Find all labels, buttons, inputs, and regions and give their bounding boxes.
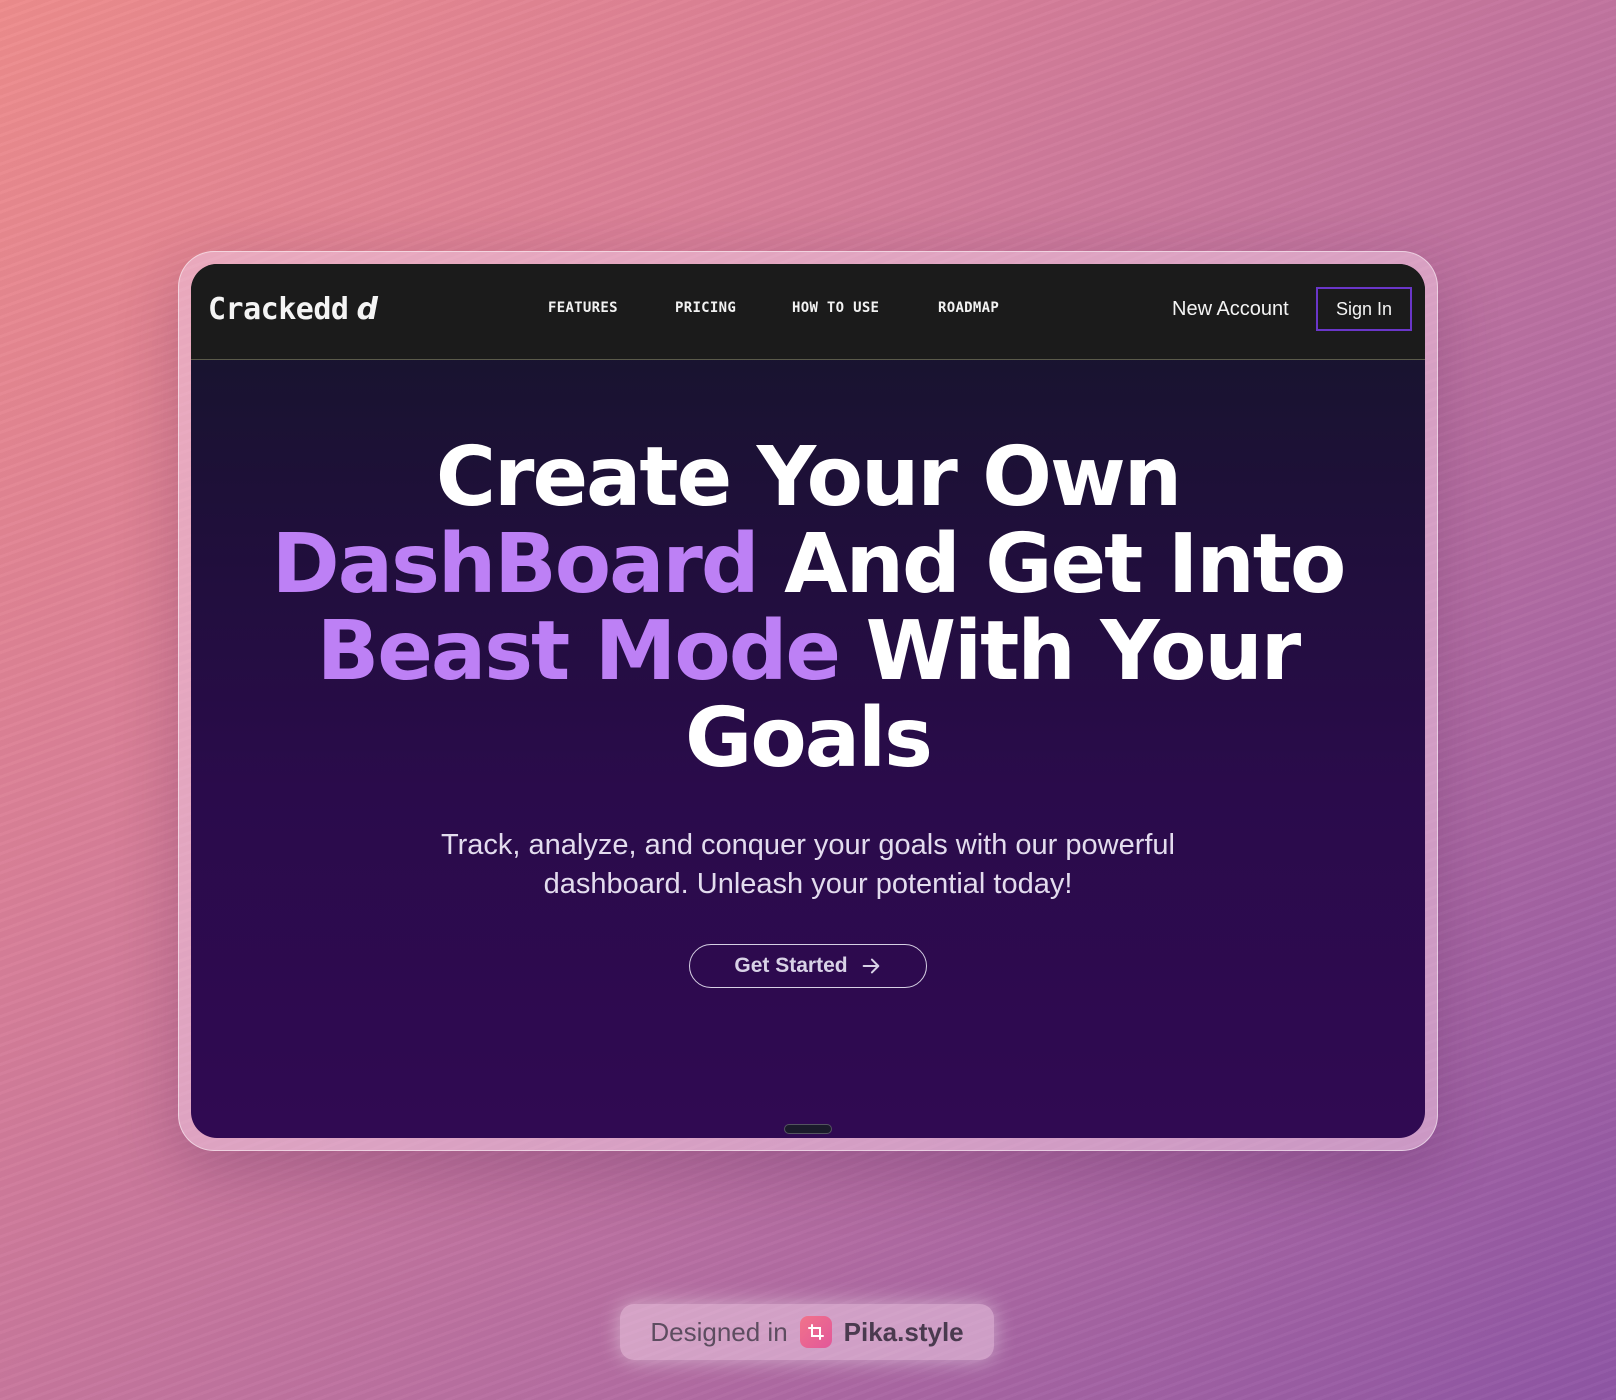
hero-title-line-4: Goals	[685, 691, 933, 786]
new-account-link[interactable]: New Account	[1172, 298, 1289, 321]
hero-title-accent-beast-mode: Beast Mode	[316, 604, 841, 699]
hero-title: Create Your Own DashBoard And Get Into B…	[191, 434, 1425, 782]
get-started-label: Get Started	[734, 954, 848, 977]
sign-in-button[interactable]: Sign In	[1316, 287, 1412, 331]
app-screen: Crackedd d FEATURES PRICING HOW TO USE R…	[191, 264, 1425, 1138]
nav-link-roadmap[interactable]: ROADMAP	[938, 300, 999, 316]
watermark-prefix: Designed in	[650, 1316, 788, 1347]
hero-title-line-2: And Get Into	[784, 517, 1346, 612]
nav-link-features[interactable]: FEATURES	[548, 300, 618, 316]
hero-title-line-3: With Your	[865, 604, 1302, 699]
hero-subtitle: Track, analyze, and conquer your goals w…	[441, 829, 1175, 900]
get-started-button[interactable]: Get Started	[689, 944, 927, 988]
pika-logo-icon	[799, 1316, 832, 1348]
watermark-brand: Pika.style	[843, 1316, 964, 1347]
hero-section: Create Your Own DashBoard And Get Into B…	[191, 360, 1425, 988]
device-frame: Crackedd d FEATURES PRICING HOW TO USE R…	[178, 251, 1438, 1151]
top-navbar: Crackedd d FEATURES PRICING HOW TO USE R…	[191, 264, 1425, 360]
designed-in-watermark[interactable]: Designed in Pika.style	[620, 1304, 994, 1360]
nav-link-pricing[interactable]: PRICING	[675, 300, 736, 316]
hero-title-accent-dashboard: DashBoard	[271, 517, 760, 612]
arrow-right-icon	[862, 958, 879, 974]
hero-title-line-1: Create Your Own	[435, 430, 1182, 525]
nav-link-how-to-use[interactable]: HOW TO USE	[792, 300, 879, 316]
home-indicator	[784, 1124, 832, 1134]
